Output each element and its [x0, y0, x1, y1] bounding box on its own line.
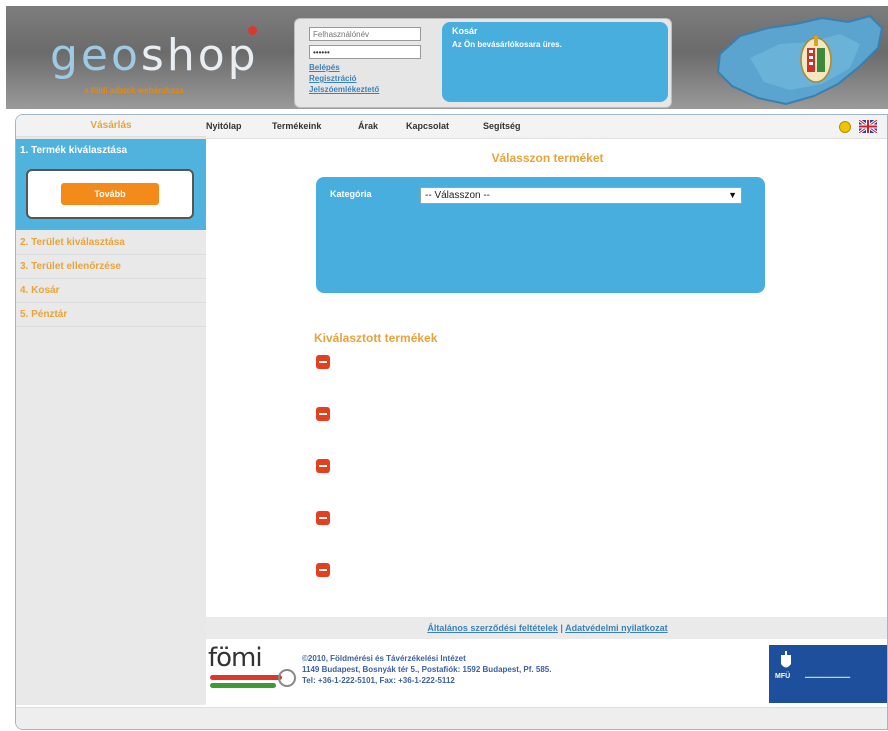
logo-text-shop: shop — [140, 30, 259, 81]
selected-products-title: Kiválasztott termékek — [314, 331, 438, 345]
page-title: Válasszon terméket — [491, 151, 604, 165]
link-separator: | — [560, 623, 563, 633]
privacy-link[interactable]: Adatvédelmi nyilatkozat — [565, 623, 668, 633]
terms-link[interactable]: Általános szerződési feltételek — [427, 623, 558, 633]
hungary-map-icon — [716, 14, 884, 106]
logo-tagline: a földi adatok webáruháza — [84, 86, 184, 95]
password-input[interactable] — [309, 45, 421, 59]
coat-of-arms-icon — [781, 651, 791, 668]
nav-contact[interactable]: Kapcsolat — [406, 121, 449, 131]
site-header: geoshop a földi adatok webáruháza Belépé… — [6, 6, 888, 109]
logo-text-geo: geo — [50, 30, 141, 81]
remove-product-button-2[interactable] — [316, 407, 330, 421]
logo-pin-icon — [248, 26, 257, 35]
category-select[interactable]: -- Válasszon -- ▼ — [420, 187, 742, 204]
footer-copyright: ©2010, Földmérési és Távérzékelési Intéz… — [302, 654, 466, 663]
sidebar: Vásárlás 1. Termék kiválasztása Tovább 2… — [16, 115, 206, 705]
top-navigation: Nyitólap Termékeink Árak Kapcsolat Segít… — [206, 115, 887, 139]
partner-logo[interactable]: MFÜ ━━━━━━━━━━━━━━━ — [769, 645, 887, 703]
nav-help[interactable]: Segítség — [483, 121, 521, 131]
legal-links-bar: Általános szerződési feltételek | Adatvé… — [206, 617, 887, 639]
english-flag-icon[interactable] — [859, 120, 877, 133]
sidebar-active-step: 1. Termék kiválasztása Tovább — [16, 139, 206, 230]
geoshop-logo[interactable]: geoshop — [50, 34, 259, 78]
site-footer: fömi ©2010, Földmérési és Távérzékelési … — [206, 639, 887, 707]
remove-product-button-5[interactable] — [316, 563, 330, 577]
nav-home[interactable]: Nyitólap — [206, 121, 242, 131]
fomi-logo-green-wave — [210, 683, 276, 688]
register-link[interactable]: Regisztráció — [309, 74, 357, 83]
partner-text-line: ━━━━━━━━━━━━━━━ — [805, 675, 851, 681]
remove-product-button-3[interactable] — [316, 459, 330, 473]
remove-product-button-1[interactable] — [316, 355, 330, 369]
footer-phone: Tel: +36-1-222-5101, Fax: +36-1-222-5112 — [302, 676, 455, 685]
sidebar-step-area-check[interactable]: 3. Terület ellenőrzése — [16, 255, 206, 279]
password-reminder-link[interactable]: Jelszóemlékeztető — [309, 85, 379, 94]
main-frame: Vásárlás 1. Termék kiválasztása Tovább 2… — [15, 114, 888, 730]
username-input[interactable] — [309, 27, 421, 41]
fomi-logo[interactable]: fömi — [208, 643, 263, 673]
sidebar-step-checkout[interactable]: 5. Pénztár — [16, 303, 206, 327]
content-area: Válasszon terméket Kategória -- Válasszo… — [206, 139, 887, 615]
partner-mark: MFÜ — [775, 673, 791, 680]
footer-address: 1149 Budapest, Bosnyák tér 5., Postafiók… — [302, 665, 552, 674]
cart-title: Kosár — [452, 26, 478, 36]
category-label: Kategória — [330, 189, 372, 199]
dropdown-arrow-icon: ▼ — [728, 190, 737, 200]
footer-contact: ©2010, Földmérési és Távérzékelési Intéz… — [302, 653, 551, 686]
step-1-label: 1. Termék kiválasztása — [20, 145, 128, 156]
nav-products[interactable]: Termékeink — [272, 121, 321, 131]
next-button[interactable]: Tovább — [61, 183, 159, 205]
bottom-bar — [16, 707, 887, 729]
nav-prices[interactable]: Árak — [358, 121, 378, 131]
hungarian-language-icon[interactable] — [839, 121, 851, 133]
sidebar-section-title: Vásárlás — [16, 115, 206, 137]
cart-status: Az Ön bevásárlókosara üres. — [452, 40, 562, 49]
next-card: Tovább — [26, 169, 194, 219]
remove-product-button-4[interactable] — [316, 511, 330, 525]
globe-icon — [278, 669, 296, 687]
login-link[interactable]: Belépés — [309, 63, 340, 72]
fomi-logo-red-wave — [210, 675, 282, 680]
cart-panel[interactable]: Kosár Az Ön bevásárlókosara üres. — [442, 22, 668, 102]
sidebar-step-cart[interactable]: 4. Kosár — [16, 279, 206, 303]
category-selector-panel: Kategória -- Válasszon -- ▼ — [316, 177, 765, 293]
category-select-value: -- Válasszon -- — [425, 190, 491, 201]
sidebar-step-area-select[interactable]: 2. Terület kiválasztása — [16, 231, 206, 255]
